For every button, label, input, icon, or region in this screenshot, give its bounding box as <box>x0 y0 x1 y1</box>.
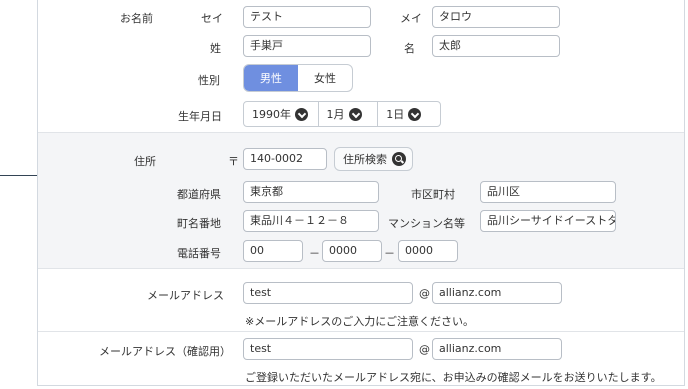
prefecture-input[interactable]: 東京都 <box>243 181 379 203</box>
birth-day-select[interactable]: 1日 <box>378 102 440 126</box>
address-search-button[interactable]: 住所検索 <box>334 147 413 171</box>
sei-kana-input[interactable]: テスト <box>243 6 371 28</box>
gender-female-button[interactable]: 女性 <box>298 65 352 91</box>
sei-kanji-label: 姓 <box>210 42 221 55</box>
birth-day-value: 1日 <box>386 108 405 121</box>
birthdate-selects: 1990年 1月 1日 <box>243 101 441 127</box>
email-label: メールアドレス <box>147 289 224 302</box>
chevron-down-icon <box>295 107 308 121</box>
mei-kana-label: メイ <box>400 12 422 25</box>
email-confirm-label: メールアドレス（確認用） <box>99 345 231 358</box>
mei-kana-input[interactable]: タロウ <box>432 6 560 28</box>
city-label: 市区町村 <box>411 188 455 201</box>
phone-area-input[interactable]: 00 <box>243 240 303 262</box>
prefecture-label: 都道府県 <box>177 188 221 201</box>
mei-kanji-label: 名 <box>404 42 415 55</box>
street-input[interactable]: 東品川４－１２－８ <box>243 210 379 232</box>
phone-separator: － <box>309 247 320 260</box>
city-input[interactable]: 品川区 <box>480 181 616 203</box>
email-domain-input[interactable]: allianz.com <box>432 282 562 304</box>
birth-year-select[interactable]: 1990年 <box>244 102 319 126</box>
email-local-input[interactable]: test <box>243 282 413 304</box>
birthdate-label: 生年月日 <box>178 110 222 123</box>
email-confirm-note: ご登録いただいたメールアドレス宛に、お申込みの確認メールをお送りいたします。 <box>245 371 662 384</box>
search-icon <box>392 152 406 166</box>
divider <box>38 331 684 332</box>
email-confirm-domain-input[interactable]: allianz.com <box>432 338 562 360</box>
postal-mark: 〒 <box>228 155 239 168</box>
sei-kanji-input[interactable]: 手巣戸 <box>243 35 371 57</box>
phone-label: 電話番号 <box>177 247 221 260</box>
building-input[interactable]: 品川シーサイドイーストタワ <box>480 210 616 232</box>
chevron-down-icon <box>408 107 422 121</box>
name-label: お名前 <box>120 12 153 25</box>
address-label: 住所 <box>134 155 156 168</box>
birth-month-value: 1月 <box>326 108 345 121</box>
street-label: 町名番地 <box>177 217 221 230</box>
phone-number-input[interactable]: 0000 <box>398 240 458 262</box>
phone-separator: － <box>384 247 395 260</box>
connector-line <box>0 175 37 176</box>
email-at-sign: @ <box>419 287 430 300</box>
address-search-label: 住所検索 <box>343 153 387 166</box>
email-confirm-local-input[interactable]: test <box>243 338 413 360</box>
mei-kanji-input[interactable]: 太郎 <box>432 35 560 57</box>
chevron-down-icon <box>348 107 362 121</box>
birth-year-value: 1990年 <box>252 108 291 121</box>
gender-male-button[interactable]: 男性 <box>244 65 298 91</box>
gender-label: 性別 <box>198 74 220 87</box>
sei-kana-label: セイ <box>201 12 223 25</box>
email-note: ※メールアドレスのご入力にご注意ください。 <box>245 315 474 328</box>
phone-local-input[interactable]: 0000 <box>322 240 382 262</box>
email-confirm-at-sign: @ <box>419 343 430 356</box>
postal-code-input[interactable]: 140-0002 <box>243 148 327 170</box>
gender-toggle: 男性 女性 <box>243 64 353 92</box>
building-label: マンション名等 <box>388 217 465 230</box>
birth-month-select[interactable]: 1月 <box>319 102 379 126</box>
